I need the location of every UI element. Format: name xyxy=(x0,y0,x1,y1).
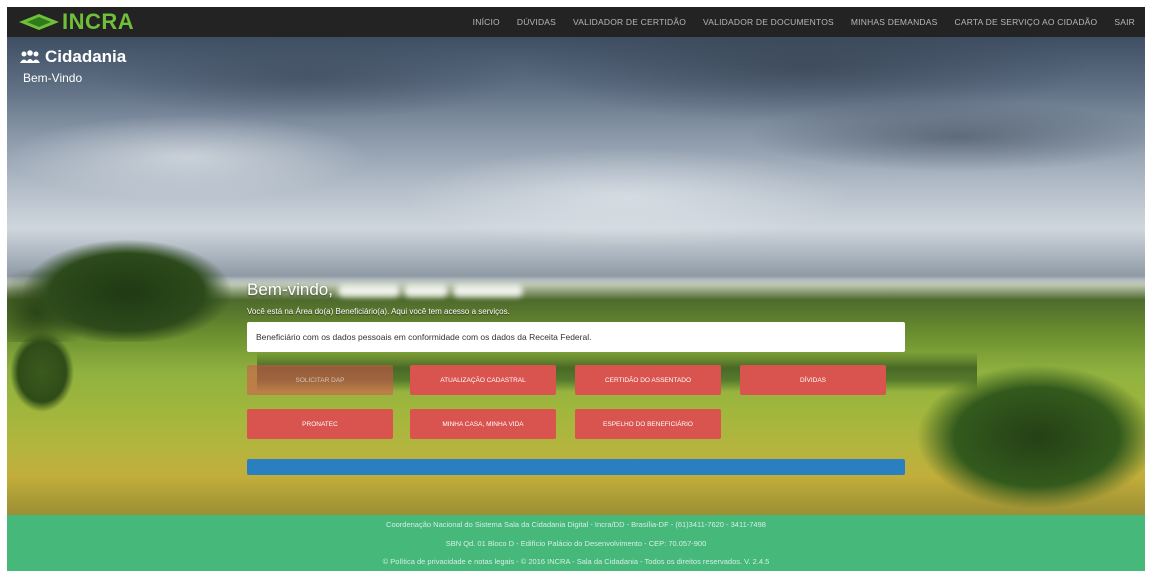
footer-line-2: SBN Qd. 01 Bloco D - Edifício Palácio do… xyxy=(445,539,707,548)
tree-small xyxy=(7,327,87,457)
footer-line-1: Coordenação Nacional do Sistema Sala da … xyxy=(386,520,766,529)
nav-minhas-demandas[interactable]: MINHAS DEMANDAS xyxy=(851,17,938,27)
atualizacao-cadastral-button[interactable]: ATUALIZAÇÃO CADASTRAL xyxy=(410,365,556,395)
redacted-name-part xyxy=(337,284,400,297)
nav-carta-servico[interactable]: CARTA DE SERVIÇO AO CIDADÃO xyxy=(955,17,1098,27)
nav-validador-certidao[interactable]: VALIDADOR DE CERTIDÃO xyxy=(573,17,686,27)
progress-bar xyxy=(247,459,905,475)
trees-left xyxy=(7,222,257,342)
footer-line-3[interactable]: © Política de privacidade e notas legais… xyxy=(7,557,1145,566)
welcome-prefix: Bem-vindo, xyxy=(247,280,333,299)
footer: Coordenação Nacional do Sistema Sala da … xyxy=(7,515,1145,571)
redacted-name-part xyxy=(404,284,449,297)
brand-title-text: Cidadania xyxy=(45,47,127,66)
certidao-assentado-button[interactable]: CERTIDÃO DO ASSENTADO xyxy=(575,365,721,395)
top-navbar: INCRA INÍCIO DÚVIDAS VALIDADOR DE CERTID… xyxy=(7,7,1145,37)
page: INCRA INÍCIO DÚVIDAS VALIDADOR DE CERTID… xyxy=(7,7,1145,571)
logo-text: INCRA xyxy=(62,9,135,34)
redacted-name-part xyxy=(453,284,524,297)
pronatec-button[interactable]: PRONATEC xyxy=(247,409,393,439)
incra-logo[interactable]: INCRA xyxy=(19,9,135,34)
espelho-beneficiario-button[interactable]: ESPELHO DO BENEFICIÁRIO xyxy=(575,409,721,439)
incra-logo-icon xyxy=(19,14,59,30)
sala-cidadania-brand: Cidadania Bem-Vindo xyxy=(19,47,126,85)
nav-duvidas[interactable]: DÚVIDAS xyxy=(517,17,556,27)
main-nav: INÍCIO DÚVIDAS VALIDADOR DE CERTIDÃO VAL… xyxy=(456,7,1135,37)
people-icon xyxy=(20,50,40,63)
brand-title: Cidadania xyxy=(19,47,126,67)
status-notice: Beneficiário com os dados pessoais em co… xyxy=(247,322,905,352)
brand-subtitle: Bem-Vindo xyxy=(23,71,83,85)
welcome-heading: Bem-vindo, xyxy=(247,280,524,300)
nav-inicio[interactable]: INÍCIO xyxy=(473,17,500,27)
intro-text: Você está na Área do(a) Beneficiário(a).… xyxy=(247,307,510,316)
trees-right xyxy=(867,347,1145,517)
minha-casa-minha-vida-button[interactable]: MINHA CASA, MINHA VIDA xyxy=(410,409,556,439)
nav-validador-documentos[interactable]: VALIDADOR DE DOCUMENTOS xyxy=(703,17,834,27)
dividas-button[interactable]: DÍVIDAS xyxy=(740,365,886,395)
nav-sair[interactable]: SAIR xyxy=(1114,17,1135,27)
solicitar-dap-button[interactable]: SOLICITAR DAP xyxy=(247,365,393,395)
